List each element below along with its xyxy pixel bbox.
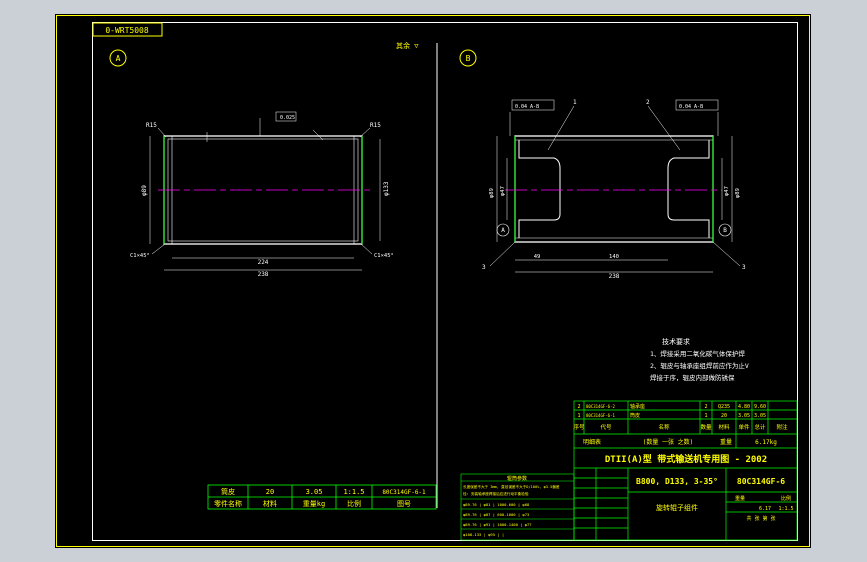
view-b-mark-3-left: 3 [482, 264, 486, 271]
tb-part2-material: Q235 [718, 404, 730, 410]
pt-a-h-drawing-no: 图号 [397, 500, 411, 508]
pt-a-scale: 1:1.5 [343, 488, 364, 496]
notes-row-1: 长度误差不大于 3mm, 直径误差不大于D/100%, φ3.5偏差 [463, 484, 560, 489]
view-a-callout-right: R15 [370, 122, 381, 129]
notes-row-4: φ89-76 | φ87 | 600-1000 | φ73 [463, 512, 529, 517]
tb-part2-no: 2 [577, 404, 580, 410]
tb-h-total: 总计 [754, 423, 766, 431]
view-b-dim-right-2: φ89 [735, 188, 741, 198]
pt-a-material: 20 [266, 488, 274, 496]
notes-title: 辊筒参数 [507, 475, 527, 482]
tb-part2-code: 80C314GF-6-2 [586, 404, 615, 409]
stamp-text: 0-WRT5008 [105, 26, 149, 35]
view-b-tolerance-left: 0.04 A-B [515, 104, 539, 110]
tb-main-title: DTII(A)型 带式输送机专用图 - 2002 [605, 453, 767, 465]
tb-part1-qty: 1 [704, 413, 707, 419]
tb-part2-name: 轴承座 [630, 403, 645, 410]
view-a-chamfer-left: C1×45° [130, 253, 150, 259]
view-b-mark-3-right: 3 [742, 264, 746, 271]
notes-row-2: 径: 安装轴承座焊接后应进行动平衡检验 [463, 491, 529, 496]
pt-a-drawing-no: 80C314GF-6-1 [382, 489, 426, 496]
tb-part1-material: 20 [721, 413, 727, 419]
view-a-callout-left: R15 [146, 122, 157, 129]
tb-h-remark: 附注 [776, 423, 788, 431]
tb-scale-label: 比例 [781, 495, 791, 502]
tb-scale: 1:1.5 [778, 506, 793, 512]
tb-part1-total: 3.05 [754, 413, 766, 419]
notes-row-3: φ89-76 | φ81 | 1000-600 | φ68 [463, 502, 530, 507]
tb-h-unit: 单件 [738, 423, 750, 431]
view-b-dim-left-1: φ89 [489, 188, 495, 198]
tb-h-material: 材料 [718, 423, 730, 431]
view-b-dim-left-2: φ47 [500, 186, 506, 196]
view-b-dim-right-1: φ47 [724, 186, 730, 196]
tb-part1-no: 1 [577, 413, 580, 419]
tb-weight-value: 6.17kg [755, 439, 777, 446]
view-a-dim-left: φ89 [141, 185, 148, 196]
tech-req-line-3: 焊接于序，辊皮内部做防锈保 [650, 373, 735, 382]
view-b-part-1: 1 [573, 99, 577, 106]
tb-sheet: 共 张 第 张 [746, 515, 775, 522]
tb-h-no: 序号 [573, 423, 585, 431]
tb-part-name: 旋转辊子组件 [656, 503, 698, 512]
tb-h-name: 名称 [658, 423, 670, 431]
view-b-datum-b: B [723, 227, 727, 234]
tb-h-qty: 数量 [700, 423, 712, 431]
svg-text:A: A [116, 54, 121, 63]
tb-part2-unit: 4.80 [738, 404, 750, 410]
notes-row-6: φ108-133 | φ95 | | [463, 532, 504, 537]
view-a-top-tolerance: 0.025 [280, 115, 295, 121]
tb-spec: B800, D133, 3-35° [636, 477, 718, 486]
tb-list-note: (数量 一张 之数) [643, 438, 693, 446]
notes-row-5: φ89-76 | φ91 | 1000-1400 | φ77 [463, 522, 532, 527]
pt-a-name: 筒皮 [221, 487, 235, 496]
view-a-chamfer-right: C1×45° [374, 253, 394, 259]
view-b-part-2: 2 [646, 99, 650, 106]
view-b-datum-a: A [501, 227, 505, 234]
drawing-sheet: 0-WRT5008 A 其余 ▽ B R15 R15 0.025 224 2 38… [55, 14, 811, 548]
view-a-dim-right: φ133 [383, 181, 390, 196]
tb-weight-2: 6.17 [759, 506, 771, 512]
pt-a-weight: 3.05 [306, 488, 323, 496]
view-a-dim-overall: 238 [258, 271, 269, 278]
tb-drawing-no: 80C314GF-6 [737, 477, 785, 486]
view-b-dim-overall: 238 [609, 273, 620, 280]
tb-part1-name: 筒皮 [630, 412, 640, 419]
pt-a-h-weight: 重量kg [303, 500, 325, 508]
tb-weight-label-2: 重量 [735, 495, 745, 502]
view-a-dim-inner: 224 [258, 259, 269, 266]
pt-a-h-scale: 比例 [347, 499, 361, 508]
pt-a-h-name: 零件名称 [214, 499, 242, 508]
view-a-roughness-note: 其余 ▽ [396, 41, 419, 50]
svg-text:B: B [466, 54, 471, 63]
tb-list-label: 明细表 [583, 438, 601, 446]
view-b-dim-left: 49 [534, 254, 541, 260]
pt-a-h-material: 材料 [263, 499, 277, 508]
tb-h-code: 代号 [600, 423, 612, 431]
tech-req-line-1: 1、焊接采用二氧化碳气体保护焊 [650, 349, 745, 358]
tb-part1-code: 80C314GF-6-1 [586, 413, 615, 418]
tb-part2-total: 9.60 [754, 404, 766, 410]
tb-weight-label: 重量 [720, 438, 732, 446]
tech-req-title: 技术要求 [662, 337, 690, 346]
view-b-tolerance-right: 0.04 A-B [679, 104, 703, 110]
tb-part2-qty: 2 [704, 404, 707, 410]
tb-part1-unit: 3.05 [738, 413, 750, 419]
view-b-dim-mid: 140 [609, 254, 619, 260]
tech-req-line-2: 2、辊皮与轴承座组焊前应作为止V [650, 361, 749, 370]
